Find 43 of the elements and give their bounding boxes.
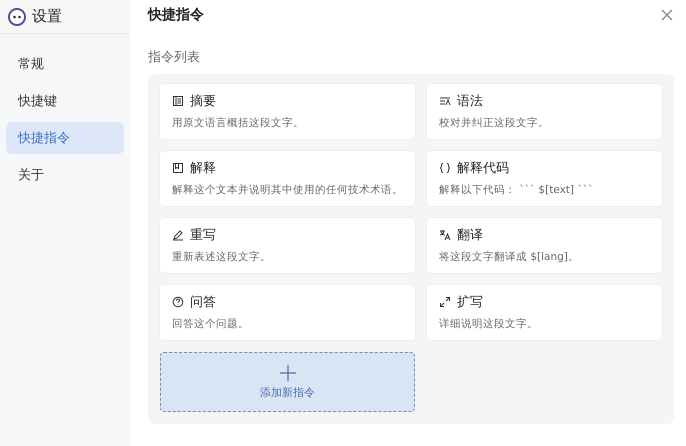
sidebar-item[interactable]: 快捷键 <box>6 85 124 117</box>
command-description: 回答这个问题。 <box>172 317 250 331</box>
close-button[interactable] <box>660 8 674 22</box>
command-card[interactable]: 问答 回答这个问题。 <box>160 285 415 340</box>
command-description: 校对并纠正这段文字。 <box>439 116 550 130</box>
code-braces-icon <box>439 162 451 174</box>
plus-icon <box>280 364 296 380</box>
command-name: 解释代码 <box>457 160 509 177</box>
text-lines-icon <box>439 95 451 107</box>
list-icon <box>172 95 184 107</box>
section-label: 指令列表 <box>148 49 200 66</box>
book-icon <box>172 162 184 174</box>
command-name: 解释 <box>190 160 216 177</box>
sidebar-item[interactable]: 快捷指令 <box>6 122 124 154</box>
question-circle-icon <box>172 296 184 308</box>
command-description: 用原文语言概括这段文字。 <box>172 116 305 130</box>
app-logo-icon <box>8 8 26 26</box>
command-description: 解释这个文本并说明其中使用的任何技术术语。 <box>172 183 403 197</box>
command-name: 语法 <box>457 93 483 110</box>
command-card[interactable]: 解释 解释这个文本并说明其中使用的任何技术术语。 <box>160 151 415 206</box>
command-name: 问答 <box>190 294 216 311</box>
command-description: 将这段文字翻译成 $[lang]。 <box>439 250 580 264</box>
command-description: 详细说明这段文字。 <box>439 317 539 331</box>
command-card[interactable]: 摘要 用原文语言概括这段文字。 <box>160 84 415 139</box>
command-card[interactable]: 解释代码 解释以下代码： ``` $[text] ``` <box>427 151 662 206</box>
command-name: 摘要 <box>190 93 216 110</box>
translate-icon <box>439 229 451 241</box>
page-title: 快捷指令 <box>148 6 204 24</box>
command-card[interactable]: 语法 校对并纠正这段文字。 <box>427 84 662 139</box>
command-name: 重写 <box>190 227 216 244</box>
expand-arrows-icon <box>439 296 451 308</box>
command-description: 解释以下代码： ``` $[text] ``` <box>439 183 594 197</box>
command-name: 翻译 <box>457 227 483 244</box>
add-command-button[interactable]: 添加新指令 <box>160 352 415 412</box>
settings-title: 设置 <box>32 7 62 26</box>
sidebar-item[interactable]: 关于 <box>6 159 124 191</box>
pencil-icon <box>172 229 184 241</box>
sidebar-item[interactable]: 常规 <box>6 48 124 80</box>
command-description: 重新表述这段文字。 <box>172 250 272 264</box>
command-card[interactable]: 扩写 详细说明这段文字。 <box>427 285 662 340</box>
command-card[interactable]: 翻译 将这段文字翻译成 $[lang]。 <box>427 218 662 273</box>
command-card[interactable]: 重写 重新表述这段文字。 <box>160 218 415 273</box>
command-name: 扩写 <box>457 294 483 311</box>
